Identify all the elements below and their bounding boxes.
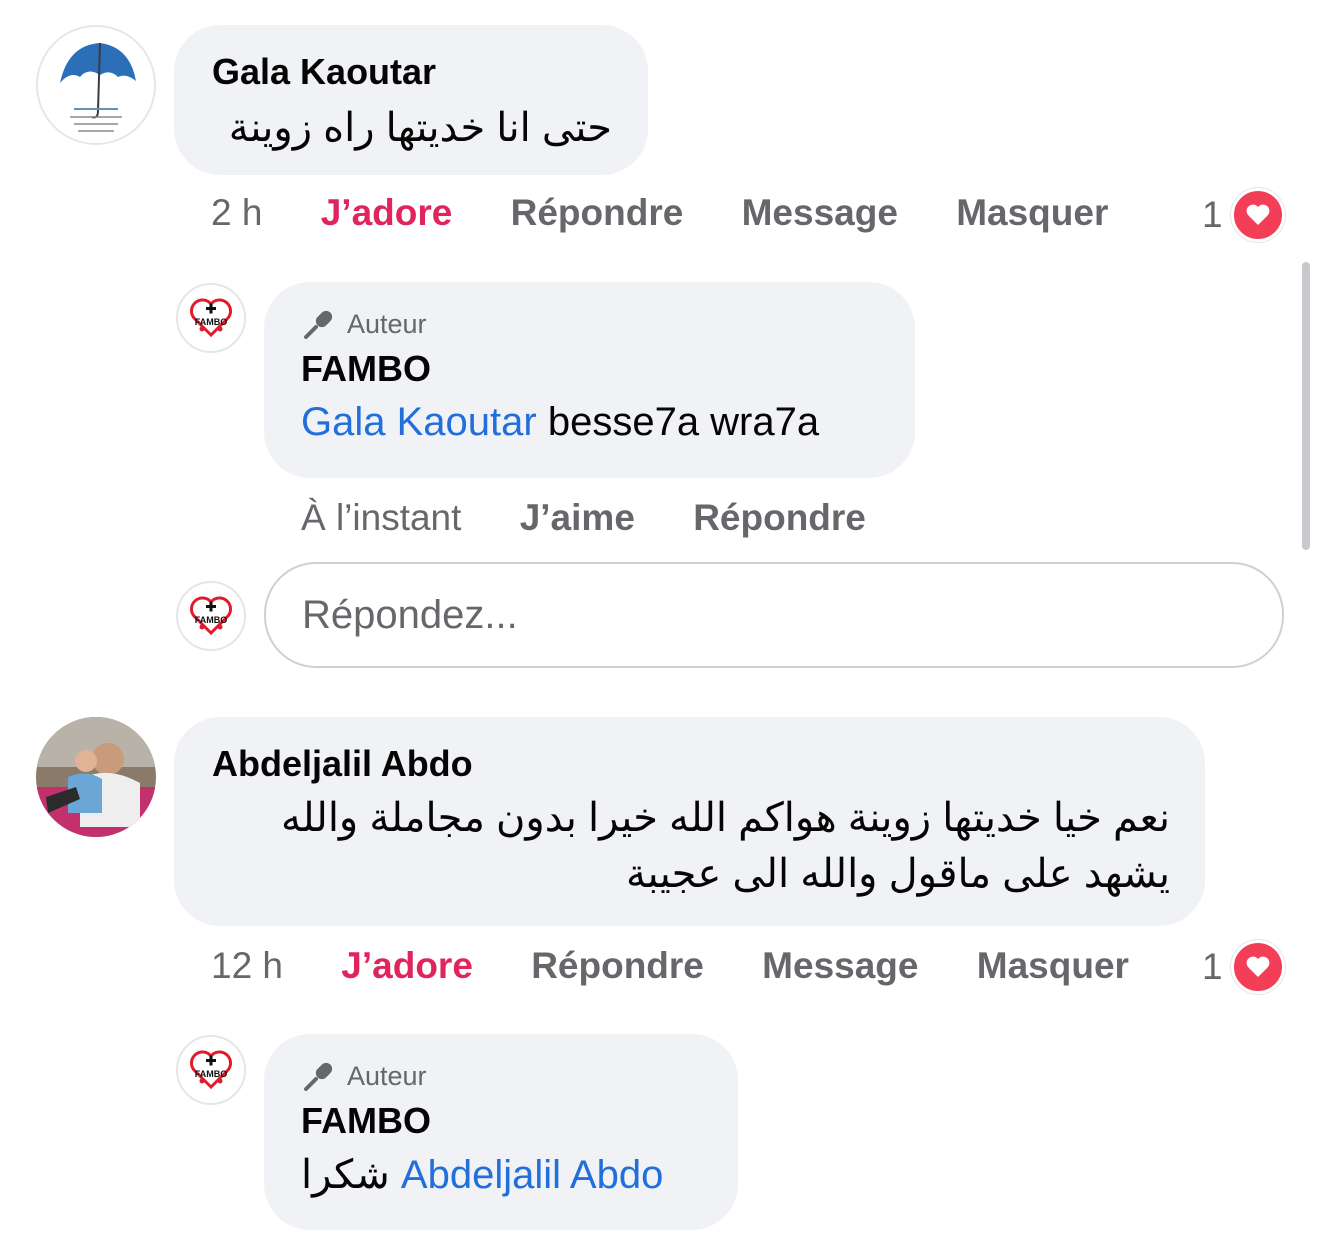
avatar-fambo[interactable]: FAMBO — [176, 283, 246, 353]
reaction-summary[interactable]: 1 — [1202, 940, 1285, 994]
reply-button[interactable]: Répondre — [693, 497, 866, 538]
hide-button[interactable]: Masquer — [977, 945, 1129, 986]
scrollbar-thumb[interactable] — [1302, 262, 1310, 550]
comment-text-line1: نعم خيا خديتها زوينة هواكم الله خيرا بدو… — [280, 796, 1170, 840]
svg-text:FAMBO: FAMBO — [195, 615, 228, 625]
reply-author[interactable]: FAMBO — [301, 1100, 738, 1142]
comment-actions: 12 h J’adore Répondre Message Masquer — [211, 945, 1129, 987]
heart-icon — [1230, 188, 1285, 242]
comment-text: حتى انا خديتها راه زوينة — [228, 106, 612, 150]
reaction-count: 1 — [1202, 194, 1223, 235]
comment-time[interactable]: 2 h — [211, 192, 262, 233]
svg-text:FAMBO: FAMBO — [195, 317, 228, 327]
mention-link[interactable]: Abdeljalil Abdo — [401, 1153, 663, 1197]
avatar-abdeljalil-abdo[interactable] — [36, 717, 156, 837]
fambo-logo-icon: FAMBO — [190, 298, 232, 338]
comment-bubble: Abdeljalil Abdo نعم خيا خديتها زوينة هوا… — [174, 717, 1205, 926]
author-badge: Auteur — [301, 306, 915, 342]
fambo-logo-icon: FAMBO — [190, 1050, 232, 1090]
comment-author[interactable]: Gala Kaoutar — [212, 51, 648, 93]
author-badge-label: Auteur — [347, 1060, 427, 1091]
avatar-fambo: FAMBO — [176, 581, 246, 651]
reply-bubble: Auteur FAMBO شكرا Abdeljalil Abdo — [264, 1034, 738, 1230]
reply-body: besse7a wra7a — [547, 400, 820, 444]
react-button[interactable]: J’adore — [321, 192, 453, 233]
profile-photo-icon — [36, 717, 156, 837]
microphone-icon — [304, 1062, 333, 1091]
comment-author[interactable]: Abdeljalil Abdo — [212, 743, 1205, 785]
hide-button[interactable]: Masquer — [956, 192, 1108, 233]
fambo-logo-icon: FAMBO — [190, 596, 232, 636]
reply-body: شكرا — [301, 1153, 390, 1197]
reply-author[interactable]: FAMBO — [301, 348, 915, 390]
comment-time[interactable]: 12 h — [211, 945, 283, 986]
message-button[interactable]: Message — [762, 945, 918, 986]
reply-input[interactable]: Répondez... — [264, 562, 1284, 668]
svg-text:FAMBO: FAMBO — [195, 1069, 228, 1079]
react-button[interactable]: J’adore — [341, 945, 473, 986]
comment-text-line2: يشهد على ماقول والله الى عجيبة — [626, 852, 1170, 896]
umbrella-icon — [38, 27, 154, 143]
mention-link[interactable]: Gala Kaoutar — [301, 400, 537, 444]
reply-text: Gala Kaoutar besse7a wra7a — [301, 400, 915, 445]
reaction-count: 1 — [1202, 946, 1223, 987]
message-button[interactable]: Message — [742, 192, 898, 233]
avatar-fambo[interactable]: FAMBO — [176, 1035, 246, 1105]
avatar-gala-kaoutar[interactable] — [36, 25, 156, 145]
reaction-summary[interactable]: 1 — [1202, 188, 1285, 242]
reply-text: شكرا Abdeljalil Abdo — [301, 1152, 738, 1198]
reply-actions: À l’instant J’aime Répondre — [301, 497, 866, 539]
reply-time[interactable]: À l’instant — [301, 497, 461, 538]
comment-bubble: Gala Kaoutar حتى انا خديتها راه زوينة — [174, 25, 648, 175]
heart-icon — [1230, 940, 1285, 994]
reply-button[interactable]: Répondre — [531, 945, 704, 986]
author-badge: Auteur — [301, 1058, 738, 1094]
reply-input-placeholder: Répondez... — [302, 592, 518, 637]
comment-actions: 2 h J’adore Répondre Message Masquer — [211, 192, 1108, 234]
microphone-icon — [304, 310, 333, 339]
reply-bubble: Auteur FAMBO Gala Kaoutar besse7a wra7a — [264, 282, 915, 478]
author-badge-label: Auteur — [347, 308, 427, 339]
like-button[interactable]: J’aime — [520, 497, 635, 538]
reply-button[interactable]: Répondre — [511, 192, 684, 233]
